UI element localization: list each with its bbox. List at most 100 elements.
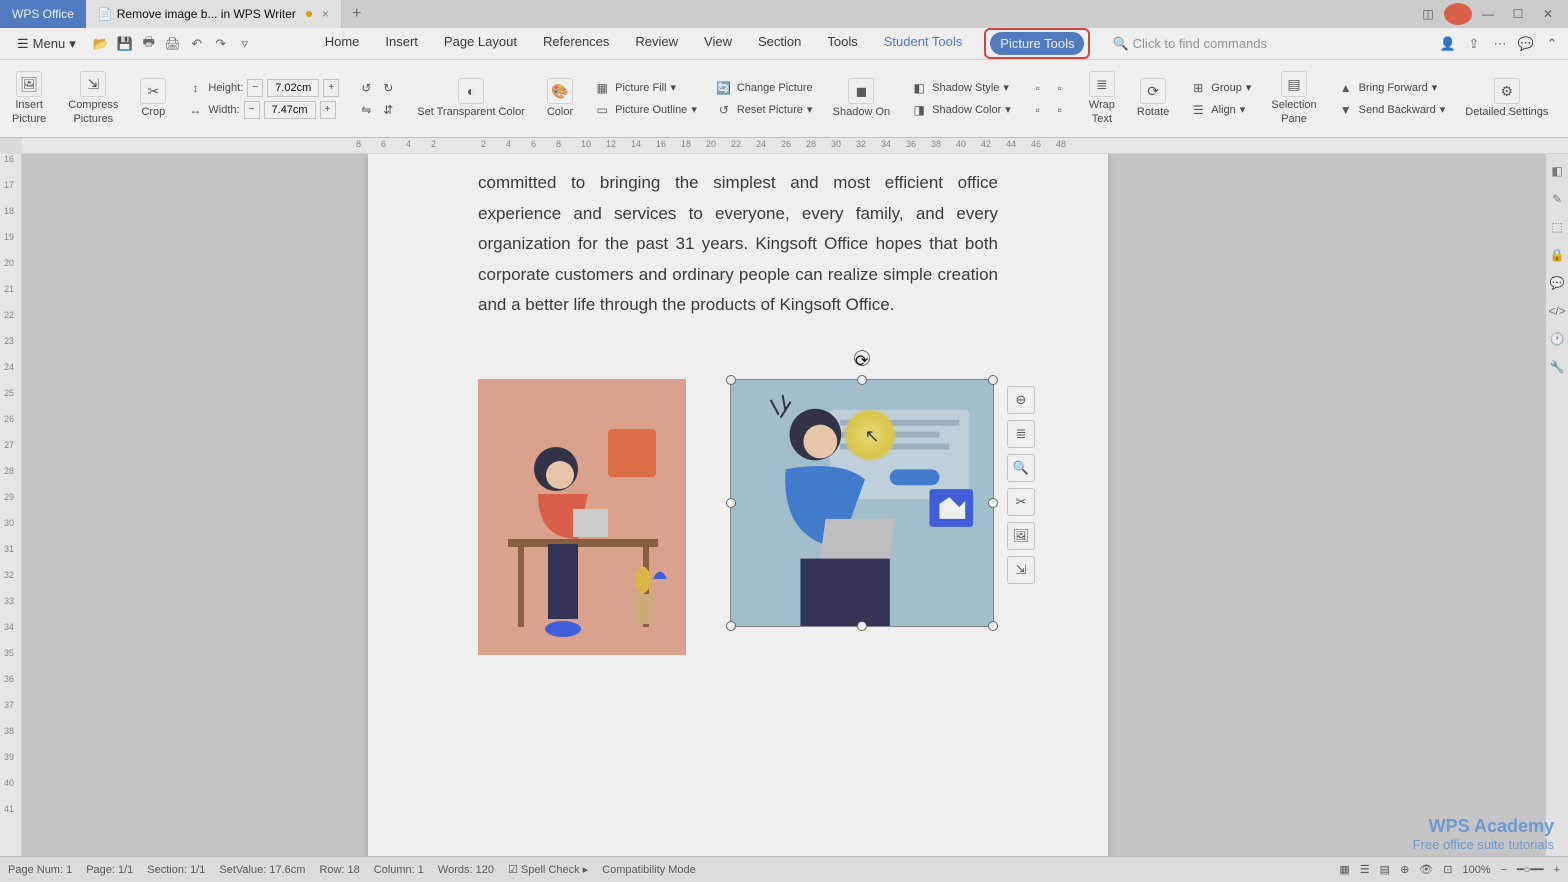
user-avatar[interactable]	[1444, 3, 1472, 25]
zoom-out-button[interactable]: −	[1501, 864, 1507, 876]
width-input[interactable]	[264, 101, 316, 119]
side-code-icon[interactable]: </>	[1548, 304, 1565, 318]
shadow-on-button[interactable]: ◼ Shadow On	[827, 78, 896, 119]
qat-dropdown-icon[interactable]: ▿	[237, 36, 253, 52]
status-eye-icon[interactable]: 👁	[1419, 863, 1433, 876]
tab-references[interactable]: References	[539, 28, 613, 59]
document-canvas[interactable]: committed to bringing the simplest and m…	[22, 154, 1546, 856]
resize-handle-tr[interactable]	[988, 375, 998, 385]
save-icon[interactable]: 💾	[117, 36, 133, 52]
status-spell-check[interactable]: ☑ Spell Check ▸	[508, 863, 588, 876]
resize-handle-mr[interactable]	[988, 498, 998, 508]
zoom-in-button[interactable]: +	[1554, 864, 1560, 876]
collapse-ribbon-icon[interactable]: ⌃	[1544, 36, 1560, 52]
width-decrease-button[interactable]: −	[244, 101, 260, 119]
document-tab[interactable]: 📄 Remove image b... in WPS Writer ×	[86, 0, 342, 28]
illustration-man-laptop-selected[interactable]: ↖ ⟳ ⊖ ≣ 🔍 ✂ 🖼 ⇲	[730, 379, 994, 627]
side-tools-icon[interactable]: 🔧	[1550, 360, 1565, 374]
maximize-icon[interactable]: ☐	[1504, 3, 1532, 25]
selection-pane-button[interactable]: ▤ Selection Pane	[1265, 71, 1322, 125]
tab-review[interactable]: Review	[631, 28, 682, 59]
picture-outline-button[interactable]: ▭ Picture Outline▾	[593, 101, 697, 119]
flip-h-icon[interactable]: ⇋	[357, 101, 375, 119]
horizontal-ruler[interactable]: 8642246810121416182022242628303234363840…	[22, 138, 1568, 154]
side-clock-icon[interactable]: 🕐	[1550, 332, 1565, 346]
feedback-icon[interactable]: 💬	[1518, 36, 1534, 52]
side-select-icon[interactable]: ⬚	[1551, 220, 1562, 234]
status-view-web-icon[interactable]: ▤	[1380, 863, 1390, 876]
group-button[interactable]: ⊞ Group▾	[1189, 79, 1251, 97]
resize-handle-bm[interactable]	[857, 621, 867, 631]
crop-float-button[interactable]: ✂	[1007, 488, 1035, 516]
new-tab-button[interactable]: +	[342, 5, 371, 23]
undo-icon[interactable]: ↶	[189, 36, 205, 52]
close-icon[interactable]: ✕	[1534, 3, 1562, 25]
status-view-print-icon[interactable]: ▦	[1339, 863, 1349, 876]
resize-handle-tm[interactable]	[857, 375, 867, 385]
print-icon[interactable]: 🖶	[141, 36, 157, 52]
send-backward-button[interactable]: ▼ Send Backward▾	[1337, 101, 1446, 119]
status-fit-icon[interactable]: ⊡	[1443, 863, 1452, 876]
nudge-right-icon[interactable]: ▫	[1051, 79, 1069, 97]
share-icon[interactable]: ⇪	[1466, 36, 1482, 52]
tab-student-tools[interactable]: Student Tools	[880, 28, 967, 59]
nudge-up-icon[interactable]: ▫	[1029, 79, 1047, 97]
tab-insert[interactable]: Insert	[381, 28, 422, 59]
zoom-value[interactable]: 100%	[1462, 864, 1490, 876]
side-lock-icon[interactable]: 🔒	[1550, 248, 1565, 262]
shadow-color-button[interactable]: ◨ Shadow Color▾	[910, 101, 1011, 119]
compress-pictures-button[interactable]: ⇲ Compress Pictures	[62, 71, 124, 125]
resize-handle-tl[interactable]	[726, 375, 736, 385]
nudge-down-icon[interactable]: ▫	[1051, 101, 1069, 119]
change-picture-button[interactable]: 🔄 Change Picture	[715, 79, 813, 97]
align-button[interactable]: ☰ Align▾	[1189, 101, 1251, 119]
crop-button[interactable]: ✂ Crop	[134, 78, 172, 119]
open-icon[interactable]: 📂	[93, 36, 109, 52]
menu-button[interactable]: ☰ Menu ▾	[8, 32, 85, 56]
minimize-icon[interactable]: —	[1474, 3, 1502, 25]
status-view-read-icon[interactable]: ⊕	[1400, 863, 1409, 876]
wrap-text-button[interactable]: ≣ Wrap Text	[1083, 71, 1121, 125]
rotate-handle-icon[interactable]: ⟳	[854, 350, 870, 366]
layout-options-button[interactable]: ⊖	[1007, 386, 1035, 414]
insert-picture-button[interactable]: 🖼 Insert Picture	[6, 71, 52, 125]
rotate-right-icon[interactable]: ↻	[379, 79, 397, 97]
more-icon[interactable]: ⋯	[1492, 36, 1508, 52]
resize-handle-bl[interactable]	[726, 621, 736, 631]
shadow-style-button[interactable]: ◧ Shadow Style▾	[910, 79, 1011, 97]
vertical-ruler[interactable]: 1617181920212223242526272829303132333435…	[0, 154, 22, 856]
bring-forward-button[interactable]: ▲ Bring Forward▾	[1337, 79, 1446, 97]
side-nav-icon[interactable]: ◧	[1551, 164, 1562, 178]
flip-v-icon[interactable]: ⇵	[379, 101, 397, 119]
color-button[interactable]: 🎨 Color	[541, 78, 579, 119]
wrap-button[interactable]: ≣	[1007, 420, 1035, 448]
account-icon[interactable]: 👤	[1440, 36, 1456, 52]
replace-float-button[interactable]: 🖼	[1007, 522, 1035, 550]
illustration-woman-desk[interactable]	[478, 379, 686, 655]
resize-handle-ml[interactable]	[726, 498, 736, 508]
rotate-button[interactable]: ⟳ Rotate	[1131, 78, 1175, 119]
nudge-left-icon[interactable]: ▫	[1029, 101, 1047, 119]
command-search[interactable]: 🔍 Click to find commands	[1112, 36, 1267, 52]
reset-picture-button[interactable]: ↺ Reset Picture▾	[715, 101, 813, 119]
tab-picture-tools[interactable]: Picture Tools	[990, 32, 1084, 55]
tab-tools[interactable]: Tools	[823, 28, 861, 59]
tab-home[interactable]: Home	[321, 28, 364, 59]
height-decrease-button[interactable]: −	[247, 79, 263, 97]
redo-icon[interactable]: ↷	[213, 36, 229, 52]
rotate-left-icon[interactable]: ↺	[357, 79, 375, 97]
detailed-settings-button[interactable]: ⚙ Detailed Settings	[1459, 78, 1554, 119]
paragraph-text[interactable]: committed to bringing the simplest and m…	[478, 168, 998, 321]
close-tab-icon[interactable]: ×	[322, 7, 329, 21]
app-tab[interactable]: WPS Office	[0, 0, 86, 28]
zoom-button[interactable]: 🔍	[1007, 454, 1035, 482]
height-increase-button[interactable]: +	[323, 79, 339, 97]
side-edit-icon[interactable]: ✎	[1552, 192, 1562, 206]
set-transparent-button[interactable]: ◐ Set Transparent Color	[411, 78, 531, 119]
zoom-slider[interactable]: ━○━━	[1517, 863, 1544, 876]
height-input[interactable]	[267, 79, 319, 97]
window-layout-icon[interactable]: ◫	[1414, 3, 1442, 25]
resize-handle-br[interactable]	[988, 621, 998, 631]
print-preview-icon[interactable]: 🖨	[165, 36, 181, 52]
picture-fill-button[interactable]: ▦ Picture Fill▾	[593, 79, 697, 97]
